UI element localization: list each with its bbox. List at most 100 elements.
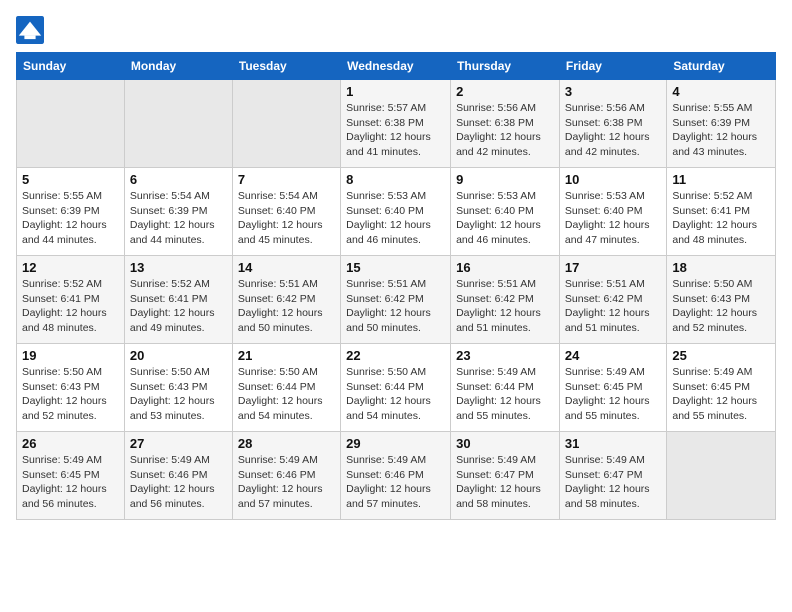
weekday-header-monday: Monday: [124, 53, 232, 80]
day-number: 20: [130, 348, 227, 363]
week-row-4: 19 Sunrise: 5:50 AMSunset: 6:43 PMDayligh…: [17, 344, 776, 432]
calendar-cell: [17, 80, 125, 168]
day-detail: Sunrise: 5:50 AMSunset: 6:43 PMDaylight:…: [22, 365, 119, 424]
calendar-cell: 15Sunrise: 5:51 AMSunset: 6:42 PMDayligh…: [341, 256, 451, 344]
day-detail: Sunrise: 5:55 AMSunset: 6:39 PMDaylight:…: [22, 189, 119, 248]
day-number: 18: [672, 260, 770, 275]
day-detail: Sunrise: 5:50 AMSunset: 6:43 PMDaylight:…: [130, 365, 227, 424]
calendar-cell: 26 Sunrise: 5:49 AMSunset: 6:45 PMDayligh…: [17, 432, 125, 520]
calendar-cell: 8 Sunrise: 5:53 AMSunset: 6:40 PMDaylight…: [341, 168, 451, 256]
day-detail: Sunrise: 5:55 AMSunset: 6:39 PMDaylight:…: [672, 101, 770, 160]
calendar-table: SundayMondayTuesdayWednesdayThursdayFrid…: [16, 52, 776, 520]
day-detail: Sunrise: 5:53 AMSunset: 6:40 PMDaylight:…: [456, 189, 554, 248]
calendar-cell: 11Sunrise: 5:52 AMSunset: 6:41 PMDayligh…: [667, 168, 776, 256]
day-detail: Sunrise: 5:56 AMSunset: 6:38 PMDaylight:…: [565, 101, 661, 160]
day-number: 10: [565, 172, 661, 187]
day-number: 11: [672, 172, 770, 187]
day-number: 27: [130, 436, 227, 451]
calendar-cell: 9Sunrise: 5:53 AMSunset: 6:40 PMDaylight…: [451, 168, 560, 256]
calendar-cell: 16Sunrise: 5:51 AMSunset: 6:42 PMDayligh…: [451, 256, 560, 344]
week-row-1: 1Sunrise: 5:57 AMSunset: 6:38 PMDaylight…: [17, 80, 776, 168]
calendar-cell: 14 Sunrise: 5:51 AMSunset: 6:42 PMDayligh…: [232, 256, 340, 344]
calendar-cell: [232, 80, 340, 168]
logo-icon: [16, 16, 44, 44]
calendar-cell: 29Sunrise: 5:49 AMSunset: 6:46 PMDayligh…: [341, 432, 451, 520]
day-number: 28: [238, 436, 335, 451]
day-number: 14: [238, 260, 335, 275]
calendar-cell: 6 Sunrise: 5:54 AMSunset: 6:39 PMDaylight…: [124, 168, 232, 256]
calendar-cell: 10 Sunrise: 5:53 AMSunset: 6:40 PMDayligh…: [559, 168, 666, 256]
week-row-3: 12Sunrise: 5:52 AMSunset: 6:41 PMDayligh…: [17, 256, 776, 344]
day-detail: Sunrise: 5:50 AMSunset: 6:43 PMDaylight:…: [672, 277, 770, 336]
page-header: [16, 16, 776, 44]
day-number: 4: [672, 84, 770, 99]
day-detail: Sunrise: 5:49 AMSunset: 6:46 PMDaylight:…: [346, 453, 445, 512]
calendar-cell: 21 Sunrise: 5:50 AMSunset: 6:44 PMDayligh…: [232, 344, 340, 432]
day-number: 8: [346, 172, 445, 187]
day-detail: Sunrise: 5:49 AMSunset: 6:46 PMDaylight:…: [130, 453, 227, 512]
day-number: 26: [22, 436, 119, 451]
day-detail: Sunrise: 5:49 AMSunset: 6:44 PMDaylight:…: [456, 365, 554, 424]
calendar-cell: [667, 432, 776, 520]
day-detail: Sunrise: 5:54 AMSunset: 6:39 PMDaylight:…: [130, 189, 227, 248]
calendar-cell: 5 Sunrise: 5:55 AMSunset: 6:39 PMDaylight…: [17, 168, 125, 256]
calendar-cell: 23Sunrise: 5:49 AMSunset: 6:44 PMDayligh…: [451, 344, 560, 432]
calendar-cell: 7 Sunrise: 5:54 AMSunset: 6:40 PMDaylight…: [232, 168, 340, 256]
week-row-5: 26 Sunrise: 5:49 AMSunset: 6:45 PMDayligh…: [17, 432, 776, 520]
day-number: 22: [346, 348, 445, 363]
calendar-cell: 1Sunrise: 5:57 AMSunset: 6:38 PMDaylight…: [341, 80, 451, 168]
calendar-cell: 3 Sunrise: 5:56 AMSunset: 6:38 PMDaylight…: [559, 80, 666, 168]
weekday-header-wednesday: Wednesday: [341, 53, 451, 80]
day-detail: Sunrise: 5:50 AMSunset: 6:44 PMDaylight:…: [238, 365, 335, 424]
day-detail: Sunrise: 5:52 AMSunset: 6:41 PMDaylight:…: [130, 277, 227, 336]
calendar-cell: 17 Sunrise: 5:51 AMSunset: 6:42 PMDayligh…: [559, 256, 666, 344]
day-detail: Sunrise: 5:53 AMSunset: 6:40 PMDaylight:…: [565, 189, 661, 248]
weekday-header-sunday: Sunday: [17, 53, 125, 80]
calendar-cell: 22Sunrise: 5:50 AMSunset: 6:44 PMDayligh…: [341, 344, 451, 432]
calendar-cell: 24 Sunrise: 5:49 AMSunset: 6:45 PMDayligh…: [559, 344, 666, 432]
weekday-header-tuesday: Tuesday: [232, 53, 340, 80]
day-detail: Sunrise: 5:49 AMSunset: 6:45 PMDaylight:…: [22, 453, 119, 512]
day-detail: Sunrise: 5:49 AMSunset: 6:46 PMDaylight:…: [238, 453, 335, 512]
day-number: 1: [346, 84, 445, 99]
day-detail: Sunrise: 5:52 AMSunset: 6:41 PMDaylight:…: [22, 277, 119, 336]
day-number: 6: [130, 172, 227, 187]
day-detail: Sunrise: 5:54 AMSunset: 6:40 PMDaylight:…: [238, 189, 335, 248]
day-number: 19: [22, 348, 119, 363]
day-number: 17: [565, 260, 661, 275]
day-number: 2: [456, 84, 554, 99]
day-detail: Sunrise: 5:49 AMSunset: 6:45 PMDaylight:…: [672, 365, 770, 424]
calendar-cell: 27 Sunrise: 5:49 AMSunset: 6:46 PMDayligh…: [124, 432, 232, 520]
calendar-cell: 4 Sunrise: 5:55 AMSunset: 6:39 PMDaylight…: [667, 80, 776, 168]
calendar-cell: 25Sunrise: 5:49 AMSunset: 6:45 PMDayligh…: [667, 344, 776, 432]
day-number: 16: [456, 260, 554, 275]
week-row-2: 5 Sunrise: 5:55 AMSunset: 6:39 PMDaylight…: [17, 168, 776, 256]
day-detail: Sunrise: 5:53 AMSunset: 6:40 PMDaylight:…: [346, 189, 445, 248]
day-detail: Sunrise: 5:51 AMSunset: 6:42 PMDaylight:…: [565, 277, 661, 336]
weekday-header-saturday: Saturday: [667, 53, 776, 80]
day-detail: Sunrise: 5:49 AMSunset: 6:47 PMDaylight:…: [456, 453, 554, 512]
day-detail: Sunrise: 5:51 AMSunset: 6:42 PMDaylight:…: [238, 277, 335, 336]
day-detail: Sunrise: 5:56 AMSunset: 6:38 PMDaylight:…: [456, 101, 554, 160]
calendar-cell: 28 Sunrise: 5:49 AMSunset: 6:46 PMDayligh…: [232, 432, 340, 520]
day-number: 30: [456, 436, 554, 451]
calendar-cell: 30 Sunrise: 5:49 AMSunset: 6:47 PMDayligh…: [451, 432, 560, 520]
calendar-cell: 31Sunrise: 5:49 AMSunset: 6:47 PMDayligh…: [559, 432, 666, 520]
calendar-cell: [124, 80, 232, 168]
day-number: 21: [238, 348, 335, 363]
day-number: 5: [22, 172, 119, 187]
logo: [16, 16, 48, 44]
weekday-header-row: SundayMondayTuesdayWednesdayThursdayFrid…: [17, 53, 776, 80]
day-number: 7: [238, 172, 335, 187]
calendar-cell: 13 Sunrise: 5:52 AMSunset: 6:41 PMDayligh…: [124, 256, 232, 344]
calendar-cell: 12Sunrise: 5:52 AMSunset: 6:41 PMDayligh…: [17, 256, 125, 344]
day-number: 24: [565, 348, 661, 363]
weekday-header-thursday: Thursday: [451, 53, 560, 80]
calendar-cell: 19 Sunrise: 5:50 AMSunset: 6:43 PMDayligh…: [17, 344, 125, 432]
day-detail: Sunrise: 5:49 AMSunset: 6:45 PMDaylight:…: [565, 365, 661, 424]
calendar-cell: 2 Sunrise: 5:56 AMSunset: 6:38 PMDaylight…: [451, 80, 560, 168]
day-number: 15: [346, 260, 445, 275]
calendar-cell: 20 Sunrise: 5:50 AMSunset: 6:43 PMDayligh…: [124, 344, 232, 432]
day-number: 13: [130, 260, 227, 275]
day-number: 3: [565, 84, 661, 99]
